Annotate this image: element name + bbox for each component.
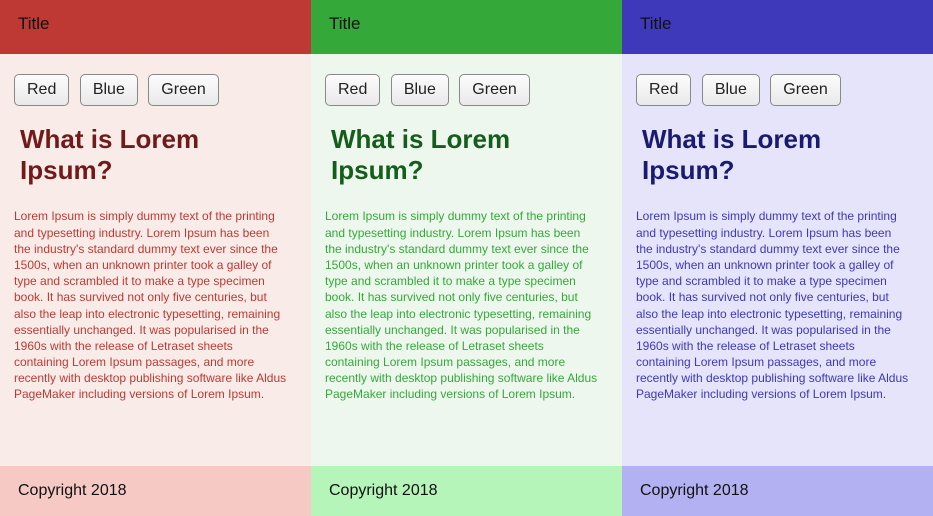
footer: Copyright 2018 [0, 466, 311, 516]
body: Red Blue Green What is Lorem Ipsum? Lore… [622, 54, 933, 466]
footer-text: Copyright 2018 [18, 482, 127, 499]
column-blue: Title Red Blue Green What is Lorem Ipsum… [622, 0, 933, 516]
article-heading: What is Lorem Ipsum? [331, 124, 608, 186]
footer-text: Copyright 2018 [329, 482, 438, 499]
footer: Copyright 2018 [622, 466, 933, 516]
column-green: Title Red Blue Green What is Lorem Ipsum… [311, 0, 622, 516]
green-button[interactable]: Green [148, 74, 218, 106]
blue-button[interactable]: Blue [80, 74, 138, 106]
red-button[interactable]: Red [325, 74, 380, 106]
theme-buttons: Red Blue Green [325, 74, 608, 106]
footer-text: Copyright 2018 [640, 482, 749, 499]
body: Red Blue Green What is Lorem Ipsum? Lore… [0, 54, 311, 466]
article-body: Lorem Ipsum is simply dummy text of the … [14, 208, 297, 402]
blue-button[interactable]: Blue [702, 74, 760, 106]
blue-button[interactable]: Blue [391, 74, 449, 106]
header: Title [0, 0, 311, 54]
red-button[interactable]: Red [636, 74, 691, 106]
header-title: Title [640, 14, 672, 33]
red-button[interactable]: Red [14, 74, 69, 106]
article-heading: What is Lorem Ipsum? [20, 124, 297, 186]
theme-buttons: Red Blue Green [14, 74, 297, 106]
article-body: Lorem Ipsum is simply dummy text of the … [636, 208, 919, 402]
article-body: Lorem Ipsum is simply dummy text of the … [325, 208, 608, 402]
body: Red Blue Green What is Lorem Ipsum? Lore… [311, 54, 622, 466]
green-button[interactable]: Green [459, 74, 529, 106]
header: Title [622, 0, 933, 54]
footer: Copyright 2018 [311, 466, 622, 516]
column-red: Title Red Blue Green What is Lorem Ipsum… [0, 0, 311, 516]
header-title: Title [18, 14, 50, 33]
green-button[interactable]: Green [770, 74, 840, 106]
header: Title [311, 0, 622, 54]
header-title: Title [329, 14, 361, 33]
article-heading: What is Lorem Ipsum? [642, 124, 919, 186]
theme-buttons: Red Blue Green [636, 74, 919, 106]
